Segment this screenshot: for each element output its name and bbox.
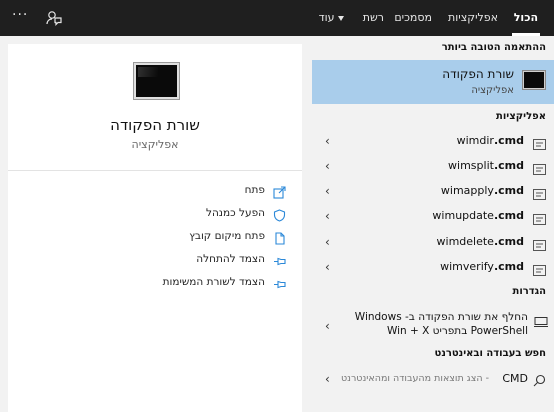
script-file-icon: [533, 210, 546, 225]
app-result-wimapply[interactable]: ‹ wimapply.cmd: [312, 179, 554, 203]
tab-more-label: עוד: [318, 11, 335, 24]
app-name: wimdir: [456, 134, 494, 147]
detail-title: שורת הפקודה: [110, 116, 200, 134]
script-file-icon: [533, 160, 546, 175]
best-match-subtitle: אפליקציה: [471, 85, 514, 96]
tab-documents[interactable]: מסמכים: [394, 0, 432, 36]
script-file-icon: [533, 135, 546, 150]
action-pin-to-taskbar-label: הצמד לשורת המשימות: [162, 276, 265, 288]
app-result-label: wimverify.cmd: [440, 260, 524, 273]
setting-result-label: החלף את שורת הפקודה ב- Windows PowerShel…: [354, 311, 528, 337]
best-match-title: שורת הפקודה: [442, 67, 514, 81]
chevron-left-icon[interactable]: ‹: [325, 159, 330, 173]
chevron-left-icon[interactable]: ‹: [325, 184, 330, 198]
app-result-wimverify[interactable]: ‹ wimverify.cmd: [312, 255, 554, 279]
chevron-left-icon[interactable]: ‹: [325, 209, 330, 223]
action-pin-to-start-label: הצמד להתחלה: [196, 253, 265, 265]
app-ext: .cmd: [493, 184, 524, 197]
tab-more[interactable]: עוד: [319, 0, 348, 36]
chevron-left-icon[interactable]: ‹: [325, 134, 330, 148]
action-open-file-location-label: פתח מיקום קובץ: [189, 230, 265, 242]
action-pin-to-taskbar[interactable]: הצמד לשורת המשימות: [8, 273, 302, 293]
app-result-label: wimapply.cmd: [441, 184, 524, 197]
app-result-wimsplit[interactable]: ‹ wimsplit.cmd: [312, 154, 554, 178]
app-name: wimapply: [440, 184, 494, 197]
search-icon: [533, 372, 546, 387]
app-result-label: wimdir.cmd: [457, 134, 524, 147]
action-open-file-location[interactable]: פתח מיקום קובץ: [8, 227, 302, 247]
apps-heading: אפליקציות: [496, 111, 546, 122]
caret-down-icon: [338, 15, 344, 21]
open-icon: [273, 184, 286, 199]
chevron-left-icon[interactable]: ‹: [325, 260, 330, 274]
web-search-query: CMD: [502, 372, 528, 385]
shield-icon: [273, 207, 286, 222]
action-run-as-admin[interactable]: הפעל כמנהל: [8, 204, 302, 224]
file-location-icon: [273, 230, 286, 245]
app-name: wimdelete: [436, 235, 494, 248]
script-file-icon: [533, 236, 546, 251]
app-name: wimupdate: [432, 209, 494, 222]
script-file-icon: [533, 185, 546, 200]
detail-panel: שורת הפקודה אפליקציה פתח הפעל כמנהל פתח …: [8, 44, 302, 412]
settings-heading: הגדרות: [512, 286, 546, 297]
detail-subtitle: אפליקציה: [131, 138, 179, 151]
pin-icon: [273, 253, 286, 266]
chevron-left-icon[interactable]: ‹: [325, 372, 330, 386]
action-open[interactable]: פתח: [8, 181, 302, 201]
web-search-hint: הצג תוצאות מהעבודה ומהאינטרנט -: [340, 373, 489, 384]
pin-icon: [273, 276, 286, 289]
chevron-left-icon[interactable]: ‹: [325, 319, 330, 333]
chevron-left-icon[interactable]: ‹: [325, 235, 330, 249]
app-ext: .cmd: [493, 209, 524, 222]
divider: [8, 170, 302, 171]
app-result-label: wimsplit.cmd: [448, 159, 524, 172]
app-ext: .cmd: [493, 134, 524, 147]
app-ext: .cmd: [493, 260, 524, 273]
tab-all[interactable]: הכול: [511, 0, 541, 36]
script-file-icon: [533, 261, 546, 276]
app-result-wimupdate[interactable]: ‹ wimupdate.cmd: [312, 204, 554, 228]
app-result-wimdelete[interactable]: ‹ wimdelete.cmd: [312, 230, 554, 254]
app-ext: .cmd: [493, 235, 524, 248]
monitor-icon: [534, 312, 548, 327]
results-pane: ההתאמה הטובה ביותר שורת הפקודה אפליקציה …: [312, 36, 554, 412]
app-name: wimverify: [440, 260, 494, 273]
tab-apps[interactable]: אפליקציות: [448, 0, 498, 36]
setting-result[interactable]: ‹ החלף את שורת הפקודה ב- Windows PowerSh…: [312, 310, 554, 344]
best-match-heading: ההתאמה הטובה ביותר: [441, 42, 546, 53]
ellipsis-icon[interactable]: ···: [12, 7, 30, 25]
app-result-label: wimdelete.cmd: [437, 235, 524, 248]
tab-web[interactable]: רשת: [363, 0, 384, 36]
best-match-item[interactable]: שורת הפקודה אפליקציה: [312, 60, 554, 104]
action-pin-to-start[interactable]: הצמד להתחלה: [8, 250, 302, 270]
top-bar: הכול אפליקציות מסמכים רשת עוד ···: [0, 0, 554, 36]
action-open-label: פתח: [244, 184, 265, 196]
action-run-as-admin-label: הפעל כמנהל: [205, 207, 265, 219]
terminal-icon: [133, 62, 180, 100]
terminal-icon: [522, 70, 546, 90]
app-result-label: wimupdate.cmd: [432, 209, 524, 222]
app-ext: .cmd: [493, 159, 524, 172]
web-search-heading: חפש בעבודה ובאינטרנט: [434, 348, 546, 359]
web-search-result[interactable]: ‹ CMD הצג תוצאות מהעבודה ומהאינטרנט -: [312, 367, 554, 391]
feedback-icon[interactable]: [45, 9, 63, 27]
app-result-wimdir[interactable]: ‹ wimdir.cmd: [312, 129, 554, 153]
app-name: wimsplit: [448, 159, 494, 172]
